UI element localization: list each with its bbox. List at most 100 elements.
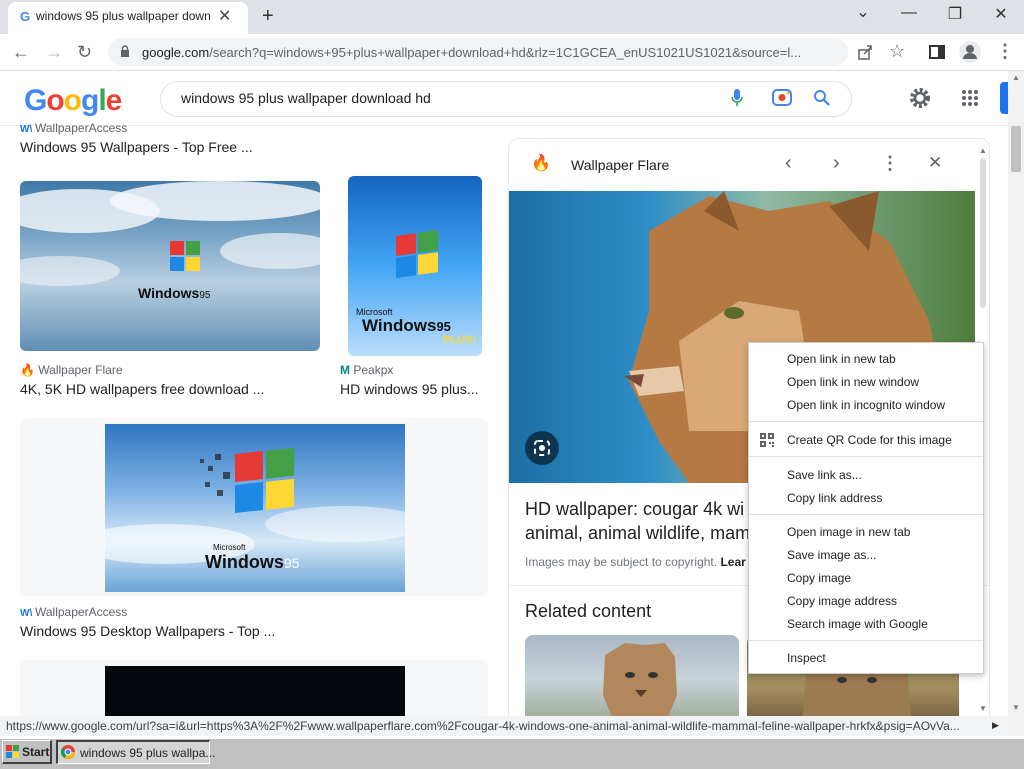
- status-scroll-right-icon[interactable]: ▶: [992, 720, 999, 731]
- copyright-note: Images may be subject to copyright. Lear: [525, 555, 746, 569]
- result-title[interactable]: 4K, 5K HD wallpapers free download ...: [20, 381, 264, 397]
- result-source-label: WallpaperAccess: [35, 121, 128, 135]
- close-panel-icon[interactable]: ✕: [928, 153, 942, 173]
- windows-start-icon: [6, 745, 19, 758]
- result-image-thumbnail[interactable]: Microsoft Windows95 PLUS!: [348, 176, 482, 356]
- learn-more-link[interactable]: Lear: [720, 555, 745, 569]
- logo-letter-g: G: [24, 84, 47, 117]
- profile-avatar-icon[interactable]: [958, 40, 982, 64]
- url-host: google.com: [142, 45, 210, 60]
- settings-gear-icon[interactable]: [908, 86, 932, 110]
- menu-inspect[interactable]: Inspect: [787, 651, 826, 665]
- google-favicon-icon: G: [20, 9, 31, 24]
- status-url: https://www.google.com/url?sa=i&url=http…: [6, 719, 960, 733]
- result-image-thumbnail[interactable]: [105, 666, 405, 720]
- menu-copy-image-address[interactable]: Copy image address: [787, 594, 897, 608]
- reload-icon[interactable]: ↻: [77, 42, 92, 63]
- previous-image-icon[interactable]: ‹: [785, 152, 792, 175]
- more-options-icon[interactable]: ⋮: [881, 153, 899, 174]
- forward-icon[interactable]: →: [45, 42, 63, 63]
- menu-copy-link-address[interactable]: Copy link address: [787, 491, 882, 505]
- panel-title-line2[interactable]: animal, animal wildlife, mam: [525, 523, 750, 544]
- logo-letter-l: l: [98, 84, 106, 117]
- result-image-thumbnail[interactable]: Microsoft Windows95: [105, 424, 405, 592]
- google-apps-icon[interactable]: [961, 89, 979, 107]
- menu-open-link-incognito[interactable]: Open link in incognito window: [787, 398, 945, 412]
- lens-camera-icon[interactable]: [771, 87, 793, 107]
- menu-copy-image[interactable]: Copy image: [787, 571, 851, 585]
- new-tab-button[interactable]: +: [262, 5, 274, 28]
- wallpaperaccess-favicon-icon: W\: [20, 608, 35, 619]
- panel-source-name[interactable]: Wallpaper Flare: [571, 157, 669, 173]
- windows-logo-text: Windows95: [362, 316, 451, 335]
- restore-button[interactable]: ❐: [932, 4, 978, 24]
- result-source-label: Peakpx: [353, 363, 394, 377]
- search-input[interactable]: windows 95 plus wallpaper download hd: [181, 90, 431, 106]
- tab-search-button[interactable]: ⌄: [840, 2, 886, 22]
- start-button[interactable]: Start: [2, 740, 52, 764]
- taskbar-item-label: windows 95 plus wallpa...: [80, 746, 216, 760]
- result-title[interactable]: HD windows 95 plus...: [340, 381, 479, 397]
- browser-menu-icon[interactable]: ⋮: [996, 41, 1014, 62]
- tab-title: windows 95 plus wallpaper down: [36, 9, 211, 23]
- result-source: W\ WallpaperAccess: [20, 121, 127, 135]
- page-scrollbar-thumb[interactable]: [1011, 126, 1021, 172]
- menu-separator: [749, 640, 983, 641]
- wallpaperflare-favicon-icon: 🔥: [20, 363, 35, 377]
- related-image-thumbnail[interactable]: [525, 635, 739, 719]
- scroll-down-arrow-icon[interactable]: ▼: [979, 704, 987, 713]
- result-source: 🔥 Wallpaper Flare: [20, 363, 123, 377]
- result-title[interactable]: Windows 95 Wallpapers - Top Free ...: [20, 139, 253, 155]
- google-logo[interactable]: Google: [24, 84, 122, 118]
- context-menu: Open link in new tab Open link in new wi…: [748, 342, 984, 674]
- url-path: /search?q=windows+95+plus+wallpaper+down…: [209, 45, 802, 60]
- windows-logo-text: Windows95: [205, 552, 300, 572]
- logo-letter-g2: g: [81, 84, 99, 117]
- microphone-icon[interactable]: [730, 88, 744, 108]
- menu-open-link-new-window[interactable]: Open link in new window: [787, 375, 919, 389]
- clouds-windows-logo-image: [20, 181, 320, 286]
- bookmark-star-icon[interactable]: ☆: [889, 41, 905, 62]
- menu-create-qr-code[interactable]: Create QR Code for this image: [787, 433, 952, 447]
- lens-search-button[interactable]: [525, 431, 559, 465]
- search-icon[interactable]: [813, 89, 831, 107]
- panel-scrollbar-thumb[interactable]: [980, 158, 986, 308]
- qr-code-icon: [760, 433, 774, 447]
- side-panel-icon[interactable]: [929, 44, 945, 60]
- menu-open-image-new-tab[interactable]: Open image in new tab: [787, 525, 910, 539]
- taskbar-chrome-window[interactable]: windows 95 plus wallpa...: [56, 740, 215, 764]
- result-image-thumbnail[interactable]: Windows95: [20, 181, 320, 351]
- microsoft-text: Microsoft: [213, 543, 246, 552]
- menu-search-image-google[interactable]: Search image with Google: [787, 617, 928, 631]
- scroll-down-arrow-icon[interactable]: ▼: [1012, 703, 1020, 712]
- back-icon[interactable]: ←: [12, 42, 30, 63]
- result-title[interactable]: Windows 95 Desktop Wallpapers - Top ...: [20, 623, 275, 639]
- chrome-icon: [61, 745, 75, 759]
- url-text[interactable]: google.com/search?q=windows+95+plus+wall…: [142, 45, 848, 60]
- minimize-button[interactable]: —: [886, 4, 932, 22]
- menu-separator: [749, 514, 983, 515]
- logo-letter-o2: o: [63, 84, 82, 117]
- lens-icon: [534, 440, 550, 456]
- menu-save-image-as[interactable]: Save image as...: [787, 548, 876, 562]
- related-content-heading: Related content: [525, 601, 652, 621]
- menu-separator: [749, 421, 983, 422]
- logo-letter-o1: o: [46, 84, 64, 117]
- scroll-up-arrow-icon[interactable]: ▲: [1012, 73, 1020, 82]
- result-source-label: Wallpaper Flare: [38, 363, 123, 377]
- sign-in-button[interactable]: [1000, 82, 1008, 114]
- tab-close-button[interactable]: ✕: [218, 6, 231, 26]
- panel-title-line1[interactable]: HD wallpaper: cougar 4k wi: [525, 499, 744, 520]
- result-source: M Peakpx: [340, 363, 393, 377]
- menu-separator: [749, 456, 983, 457]
- menu-open-link-new-tab[interactable]: Open link in new tab: [787, 352, 896, 366]
- next-image-icon[interactable]: ›: [833, 152, 840, 175]
- result-source: W\ WallpaperAccess: [20, 605, 127, 619]
- close-window-button[interactable]: ✕: [978, 4, 1024, 24]
- menu-save-link-as[interactable]: Save link as...: [787, 468, 862, 482]
- page-scrollbar[interactable]: ▲ ▼: [1008, 71, 1024, 736]
- cougar-related-photo: [603, 643, 677, 719]
- share-icon[interactable]: [857, 44, 873, 60]
- scroll-up-arrow-icon[interactable]: ▲: [979, 146, 987, 155]
- wallpaperaccess-favicon-icon: W\: [20, 124, 35, 135]
